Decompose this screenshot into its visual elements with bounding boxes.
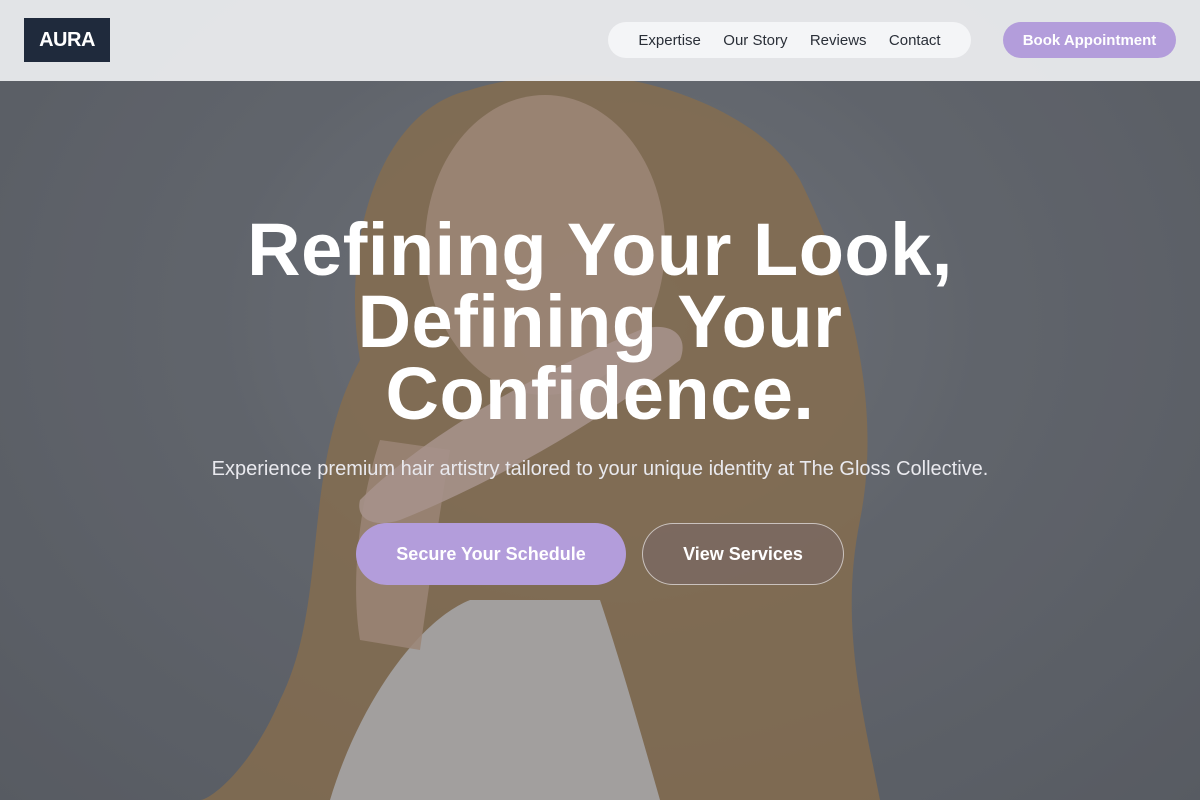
hero-headline: Refining Your Look, Defining Your Confid… xyxy=(247,208,953,435)
site-header: AURA Expertise Our Story Reviews Contact… xyxy=(0,0,1200,81)
brand-logo[interactable]: AURA xyxy=(24,18,110,62)
nav-item-contact[interactable]: Contact xyxy=(889,32,941,49)
nav-item-reviews[interactable]: Reviews xyxy=(810,32,867,49)
secure-schedule-button[interactable]: Secure Your Schedule xyxy=(356,523,626,585)
book-appointment-button[interactable]: Book Appointment xyxy=(1003,22,1176,58)
nav-item-expertise[interactable]: Expertise xyxy=(638,32,701,49)
view-services-button[interactable]: View Services xyxy=(642,523,844,585)
main-nav: Expertise Our Story Reviews Contact xyxy=(608,22,971,58)
nav-item-our-story[interactable]: Our Story xyxy=(723,32,787,49)
hero-subtitle: Experience premium hair artistry tailore… xyxy=(211,458,989,480)
